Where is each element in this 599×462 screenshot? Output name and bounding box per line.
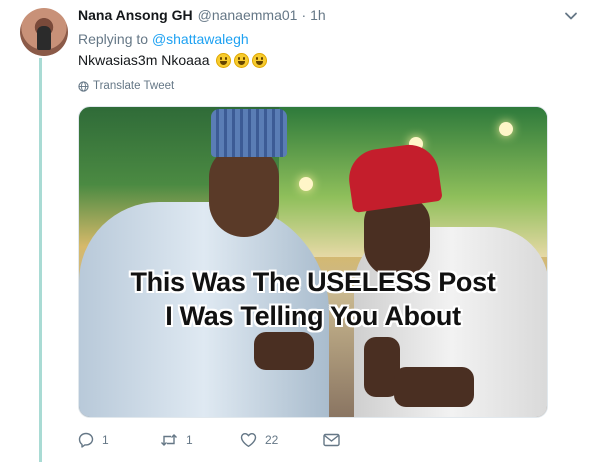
meme-caption-line-1: This Was The USELESS Post — [130, 267, 496, 297]
translate-tweet-link[interactable]: Translate Tweet — [78, 80, 174, 92]
reply-mention-link[interactable]: @shattawalegh — [152, 31, 249, 47]
left-person-face — [209, 147, 279, 237]
replying-prefix: Replying to — [78, 31, 149, 47]
tweet-timestamp[interactable]: 1h — [310, 7, 326, 23]
display-name[interactable]: Nana Ansong GH — [78, 7, 193, 23]
like-count: 22 — [265, 433, 279, 447]
reply-button[interactable]: 1 — [78, 432, 160, 448]
tweet-text-content: Nkwasias3m Nkoaaa — [78, 52, 210, 68]
tweet-header: Nana Ansong GH @nanaemma01 · 1h — [78, 7, 326, 23]
separator-dot: · — [301, 7, 307, 23]
tweet-media-image[interactable]: This Was The USELESS Post I Was Telling … — [78, 106, 548, 418]
like-button[interactable]: 22 — [240, 432, 323, 448]
thread-connector-line — [39, 58, 42, 462]
globe-icon — [78, 80, 89, 92]
grinning-face-emoji — [233, 52, 249, 68]
translate-label: Translate Tweet — [93, 80, 175, 92]
ceiling-light — [499, 122, 513, 136]
chevron-down-icon[interactable] — [563, 8, 579, 24]
reply-icon — [78, 432, 94, 448]
user-handle[interactable]: @nanaemma01 — [198, 7, 298, 23]
left-person-cap — [211, 109, 287, 157]
right-person-hand — [394, 367, 474, 407]
retweet-count: 1 — [186, 433, 193, 447]
heart-icon — [240, 433, 257, 447]
retweet-icon — [161, 434, 177, 446]
left-person-hand — [254, 332, 314, 370]
reply-count: 1 — [102, 433, 109, 447]
avatar-figure — [37, 26, 51, 50]
grinning-face-emoji — [251, 52, 267, 68]
retweet-button[interactable]: 1 — [160, 432, 240, 448]
meme-caption-line-2: I Was Telling You About — [165, 301, 461, 331]
ceiling-light — [299, 177, 313, 191]
tweet-action-bar: 1 1 22 — [78, 432, 348, 448]
direct-message-button[interactable] — [323, 433, 348, 447]
avatar[interactable] — [20, 8, 68, 56]
tweet-text: Nkwasias3m Nkoaaa — [78, 52, 267, 68]
replying-to: Replying to @shattawalegh — [78, 31, 249, 47]
grinning-face-emoji — [215, 52, 231, 68]
envelope-icon — [323, 433, 340, 447]
